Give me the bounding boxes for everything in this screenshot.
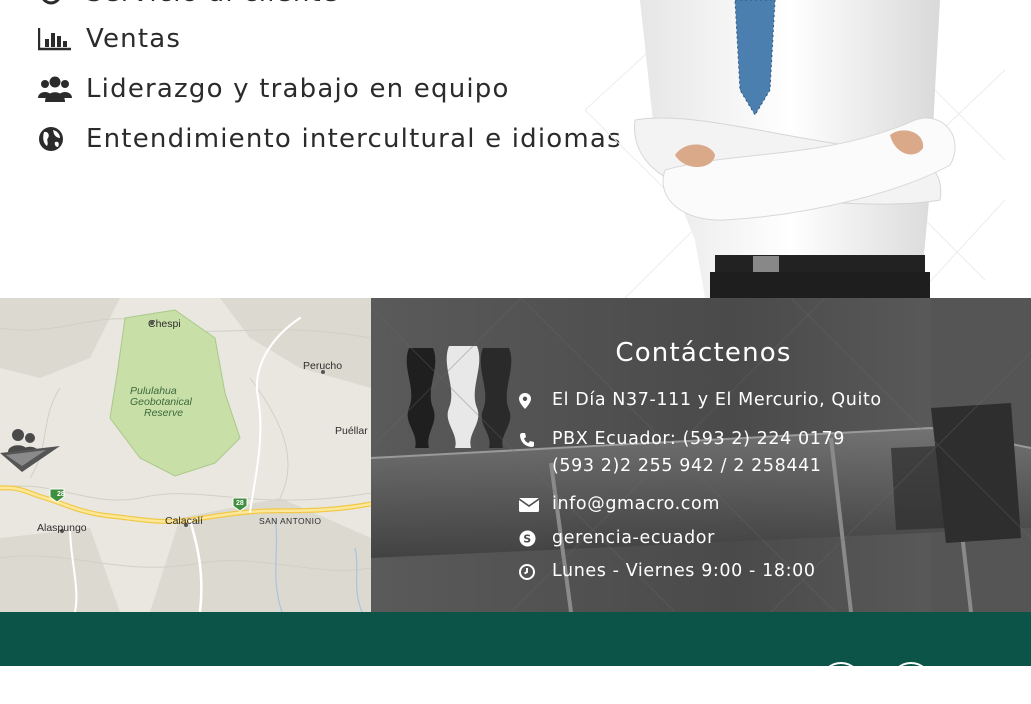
skype-icon: S	[519, 525, 552, 552]
skill-label: Ventas	[86, 24, 182, 54]
svg-text:S: S	[523, 533, 532, 546]
email-link[interactable]: info@gmacro.com	[552, 491, 720, 518]
skype-handle[interactable]: gerencia-ecuador	[552, 525, 715, 552]
contact-phone: PBX Ecuador: (593 2) 224 0179 (593 2)2 2…	[519, 426, 845, 480]
skill-label: Liderazgo y trabajo en equipo	[86, 74, 510, 104]
globe-icon	[38, 126, 72, 152]
map-label-reserve: Reserve	[144, 407, 184, 419]
skill-item-intercultural: Entendimiento intercultural e idiomas	[38, 124, 622, 154]
hours-text: Lunes - Viernes 9:00 - 18:00	[552, 561, 816, 581]
skill-label: Servicio al cliente	[86, 0, 339, 8]
phone-line-1[interactable]: PBX Ecuador: (593 2) 224 0179	[552, 426, 845, 453]
skill-item-leadership: Liderazgo y trabajo en equipo	[38, 74, 510, 104]
users-icon	[38, 76, 72, 102]
location-map[interactable]: 28 28 Chespi Perucho Pululahua Geobotani…	[0, 298, 371, 612]
contact-email[interactable]: info@gmacro.com	[519, 491, 720, 518]
map-label-puellaro: Puéllar	[335, 425, 368, 437]
businessman-photo	[585, 0, 1005, 298]
location-logo-icon[interactable]	[0, 426, 62, 476]
contact-panel: Contáctenos El Día N37-111 y El Mercurio…	[371, 298, 1031, 612]
social-circle-icon[interactable]	[820, 662, 862, 704]
envelope-icon	[519, 491, 552, 518]
route-shield-label: 28	[236, 500, 244, 507]
phone-line-2[interactable]: (593 2)2 255 942 / 2 258441	[552, 453, 845, 480]
map-label-alaspungo: Alaspungo	[37, 522, 87, 534]
map-label-perucho: Perucho	[303, 360, 343, 372]
contact-address: El Día N37-111 y El Mercurio, Quito	[519, 387, 882, 414]
skill-label: Entendimiento intercultural e idiomas	[86, 124, 622, 154]
map-label-chespi: Chespi	[148, 318, 181, 330]
headset-icon	[38, 0, 72, 6]
map-label-san-antonio: SAN ANTONIO	[259, 516, 322, 526]
contact-title: Contáctenos	[615, 338, 792, 368]
route-shield-label: 28	[57, 491, 65, 498]
skills-section: Servicio al cliente Ventas Lidera	[0, 0, 1031, 298]
phone-icon	[519, 426, 552, 453]
skill-item-sales: Ventas	[38, 24, 181, 54]
social-circle-icon[interactable]	[890, 662, 932, 704]
contact-skype[interactable]: S gerencia-ecuador	[519, 525, 715, 552]
skill-item-customer-service: Servicio al cliente	[38, 0, 339, 8]
map-marker-icon	[519, 387, 552, 414]
footer	[0, 612, 1031, 704]
clock-icon	[519, 558, 552, 585]
map-label-calacali: Calacalí	[165, 515, 203, 527]
contact-hours: Lunes - Viernes 9:00 - 18:00	[519, 558, 816, 585]
address-text: El Día N37-111 y El Mercurio, Quito	[552, 390, 882, 410]
bar-chart-icon	[38, 26, 72, 52]
